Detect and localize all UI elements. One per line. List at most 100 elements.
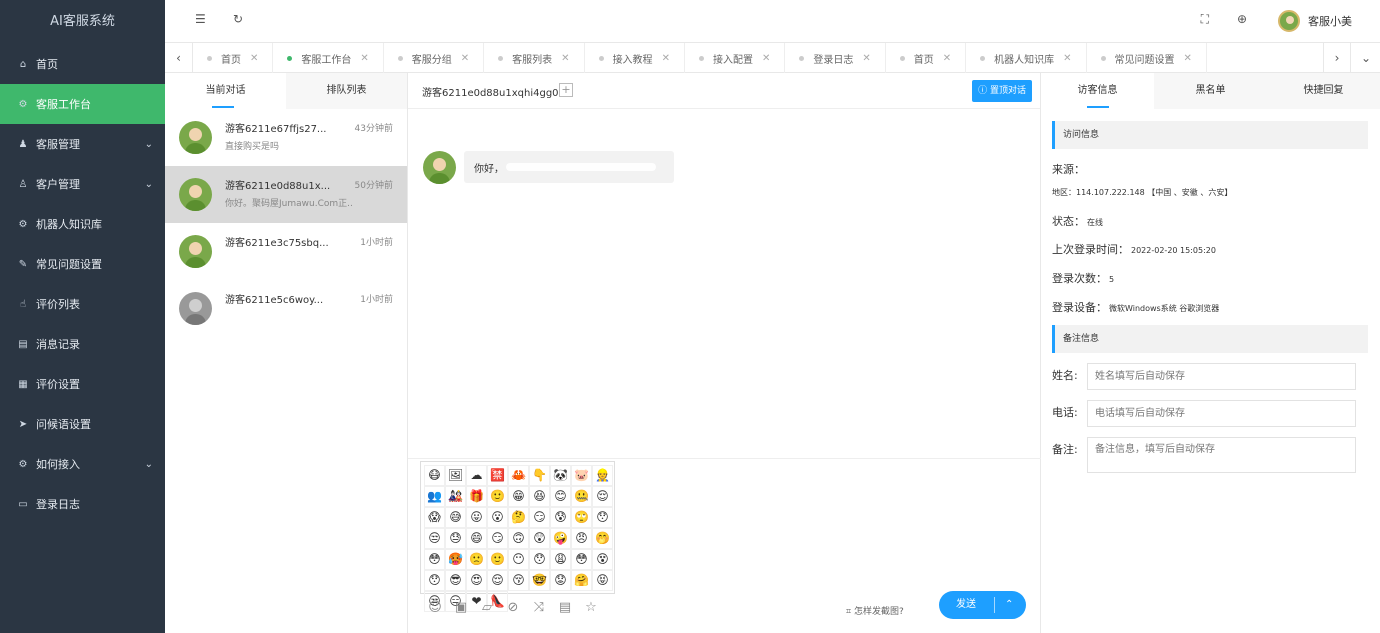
emoji-item[interactable]: 🖼 bbox=[445, 465, 466, 486]
transfer-icon[interactable]: ⤨ bbox=[526, 600, 552, 615]
emoji-item[interactable]: 🤗 bbox=[571, 570, 592, 591]
emoji-item[interactable]: 🥵 bbox=[445, 549, 466, 570]
emoji-icon[interactable]: ☺ bbox=[422, 600, 448, 615]
emoji-item[interactable]: 🙄 bbox=[571, 507, 592, 528]
notes-icon[interactable]: ▤ bbox=[552, 600, 578, 615]
emoji-item[interactable]: 🙂 bbox=[487, 486, 508, 507]
sidebar-item[interactable]: ▤ 消息记录 bbox=[0, 324, 165, 364]
emoji-item[interactable]: 😰 bbox=[550, 507, 571, 528]
emoji-item[interactable]: 😏 bbox=[529, 507, 550, 528]
page-tab[interactable]: 首页 ✕ bbox=[193, 43, 274, 73]
close-icon[interactable]: ✕ bbox=[360, 53, 368, 64]
emoji-item[interactable]: 😳 bbox=[424, 549, 445, 570]
emoji-item[interactable]: 😯 bbox=[424, 570, 445, 591]
sidebar-item[interactable]: ♟ 客服管理 ⌄ bbox=[0, 124, 165, 164]
emoji-item[interactable]: 🙂 bbox=[487, 549, 508, 570]
emoji-item[interactable]: 🐼 bbox=[550, 465, 571, 486]
emoji-item[interactable]: 😮 bbox=[487, 507, 508, 528]
conversation-item[interactable]: 游客6211e67ffjs27... 43分钟前 直接购买是吗 bbox=[165, 109, 407, 166]
page-tab[interactable]: 接入教程 ✕ bbox=[585, 43, 685, 73]
page-tab[interactable]: 客服分组 ✕ bbox=[384, 43, 485, 73]
user-menu[interactable]: 客服小美 bbox=[1278, 10, 1352, 32]
block-icon[interactable]: ⊘ bbox=[500, 600, 526, 615]
conversation-item[interactable]: 游客6211e0d88u1x... 50分钟前 你好。聚码屋Jumawu.Com正.… bbox=[165, 166, 407, 223]
emoji-item[interactable]: 🤐 bbox=[571, 486, 592, 507]
page-tab[interactable]: 常见问题设置 ✕ bbox=[1087, 43, 1207, 73]
emoji-item[interactable]: 😊 bbox=[550, 486, 571, 507]
emoji-item[interactable]: 😛 bbox=[466, 507, 487, 528]
emoji-item[interactable]: 😏 bbox=[487, 528, 508, 549]
emoji-item[interactable]: 😓 bbox=[445, 528, 466, 549]
tab-queue-list[interactable]: 排队列表 bbox=[286, 73, 407, 109]
close-icon[interactable]: ✕ bbox=[662, 53, 670, 64]
emoji-item[interactable]: 🦀 bbox=[508, 465, 529, 486]
emoji-item[interactable]: 🤓 bbox=[529, 570, 550, 591]
close-icon[interactable]: ✕ bbox=[1063, 53, 1071, 64]
emoji-item[interactable]: 😁 bbox=[508, 486, 529, 507]
message-input-area[interactable]: 😷 🖼 ☁ 🈲 🦀 👇 🐼 🐷 👷 👥 🎎 🎁 🙂 😁 😆 😊 🤐 😌 😱 😅 😛 😮 🤔 😏 😰 🙄 😯 😒 😓 😄 😏 🙃 😲 🤪 😠 🤭 😳 🥵 🙁 🙂… bbox=[408, 458, 1041, 633]
emoji-item[interactable]: 😌 bbox=[592, 486, 613, 507]
emoji-item[interactable]: 😠 bbox=[571, 528, 592, 549]
emoji-item[interactable]: 😯 bbox=[529, 549, 550, 570]
phone-field[interactable] bbox=[1087, 400, 1356, 427]
menu-toggle-icon[interactable]: ☰ bbox=[195, 12, 206, 26]
emoji-item[interactable]: 🐷 bbox=[571, 465, 592, 486]
pin-conversation-button[interactable]: ⓘ 置顶对话 bbox=[972, 80, 1032, 102]
emoji-item[interactable]: 😍 bbox=[466, 570, 487, 591]
emoji-item[interactable]: 😌 bbox=[487, 570, 508, 591]
sidebar-item[interactable]: ▦ 评价设置 bbox=[0, 364, 165, 404]
page-tab[interactable]: 机器人知识库 ✕ bbox=[966, 43, 1087, 73]
sidebar-item[interactable]: ▭ 登录日志 bbox=[0, 484, 165, 524]
sidebar-item[interactable]: ✎ 常见问题设置 bbox=[0, 244, 165, 284]
emoji-item[interactable]: 😅 bbox=[445, 507, 466, 528]
emoji-item[interactable]: 😚 bbox=[508, 570, 529, 591]
tab-current-conversations[interactable]: 当前对话 bbox=[165, 73, 286, 109]
conversation-item[interactable]: 游客6211e3c75sbq... 1小时前 bbox=[165, 223, 407, 280]
conversation-item[interactable]: 游客6211e5c6woy... 1小时前 bbox=[165, 280, 407, 337]
close-icon[interactable]: ✕ bbox=[762, 53, 770, 64]
emoji-item[interactable]: 😯 bbox=[592, 507, 613, 528]
emoji-item[interactable]: 😎 bbox=[445, 570, 466, 591]
sidebar-item[interactable]: ☝ 评价列表 bbox=[0, 284, 165, 324]
tabs-next-icon[interactable]: › bbox=[1323, 43, 1351, 73]
emoji-item[interactable]: ☁ bbox=[466, 465, 487, 486]
emoji-item[interactable]: 🎁 bbox=[466, 486, 487, 507]
emoji-item[interactable]: 😳 bbox=[571, 549, 592, 570]
note-field[interactable] bbox=[1087, 437, 1356, 473]
page-tab[interactable]: 客服工作台 ✕ bbox=[273, 43, 384, 73]
tab-visitor-info[interactable]: 访客信息 bbox=[1041, 73, 1154, 109]
tab-quick-reply[interactable]: 快捷回复 bbox=[1267, 73, 1380, 109]
add-icon[interactable]: + bbox=[559, 83, 573, 97]
emoji-item[interactable]: 🈲 bbox=[487, 465, 508, 486]
tabs-prev-icon[interactable]: ‹ bbox=[165, 43, 193, 73]
emoji-item[interactable]: 😄 bbox=[466, 528, 487, 549]
sidebar-item[interactable]: ⚙ 客服工作台 bbox=[0, 84, 165, 124]
tab-blacklist[interactable]: 黑名单 bbox=[1154, 73, 1267, 109]
send-button[interactable]: 发送 ⌃ bbox=[939, 591, 1026, 619]
fullscreen-icon[interactable]: ⛶ bbox=[1201, 12, 1209, 27]
emoji-item[interactable]: 😩 bbox=[550, 549, 571, 570]
emoji-item[interactable]: 👥 bbox=[424, 486, 445, 507]
star-icon[interactable]: ☆ bbox=[578, 600, 604, 615]
language-icon[interactable]: ⊕ bbox=[1237, 12, 1247, 26]
page-tab[interactable]: 客服列表 ✕ bbox=[484, 43, 585, 73]
close-icon[interactable]: ✕ bbox=[250, 53, 258, 64]
emoji-item[interactable]: 👷 bbox=[592, 465, 613, 486]
close-icon[interactable]: ✕ bbox=[862, 53, 870, 64]
emoji-item[interactable]: 😵 bbox=[592, 549, 613, 570]
sidebar-item[interactable]: ⚙ 机器人知识库 bbox=[0, 204, 165, 244]
send-options-icon[interactable]: ⌃ bbox=[1005, 591, 1013, 619]
close-icon[interactable]: ✕ bbox=[1184, 53, 1192, 64]
emoji-item[interactable]: 🤭 bbox=[592, 528, 613, 549]
close-icon[interactable]: ✕ bbox=[461, 53, 469, 64]
emoji-item[interactable]: 😷 bbox=[424, 465, 445, 486]
emoji-item[interactable]: 🎎 bbox=[445, 486, 466, 507]
page-tab[interactable]: 登录日志 ✕ bbox=[785, 43, 886, 73]
close-icon[interactable]: ✕ bbox=[943, 53, 951, 64]
emoji-item[interactable]: 😱 bbox=[424, 507, 445, 528]
page-tab[interactable]: 首页 ✕ bbox=[886, 43, 967, 73]
emoji-item[interactable]: 😝 bbox=[592, 570, 613, 591]
refresh-icon[interactable]: ↻ bbox=[233, 12, 243, 26]
emoji-item[interactable]: 😶 bbox=[508, 549, 529, 570]
page-tab[interactable]: 接入配置 ✕ bbox=[685, 43, 786, 73]
